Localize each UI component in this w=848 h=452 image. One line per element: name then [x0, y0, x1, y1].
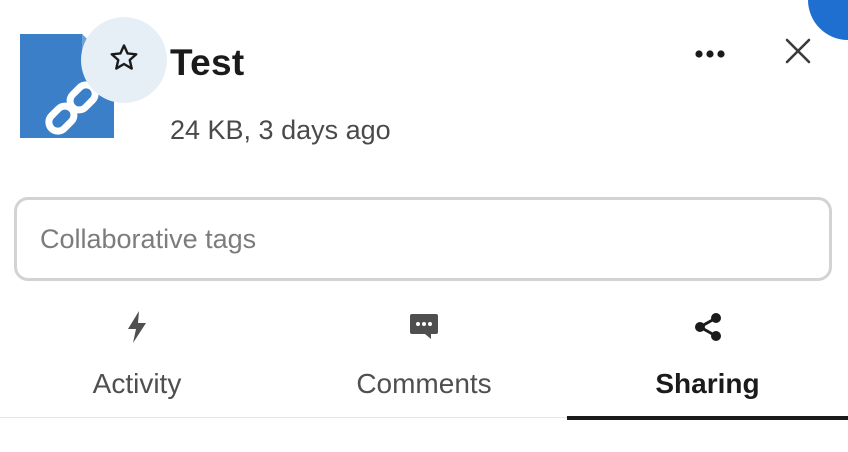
- tab-label: Sharing: [655, 368, 760, 399]
- tab-comments[interactable]: Comments: [285, 300, 563, 418]
- tab-bar: Activity Comments Sharing: [0, 300, 848, 420]
- ellipsis-icon: [695, 45, 725, 63]
- lightning-icon: [120, 310, 154, 344]
- collaborative-tags-input[interactable]: [14, 197, 832, 281]
- active-tab-indicator: [567, 416, 848, 420]
- comment-icon: [407, 310, 441, 344]
- star-outline-icon: [108, 42, 140, 79]
- share-icon: [691, 310, 725, 344]
- tab-label: Comments: [356, 368, 492, 399]
- file-meta: 24 KB, 3 days ago: [170, 115, 391, 145]
- tab-activity[interactable]: Activity: [0, 300, 274, 418]
- tab-sharing[interactable]: Sharing: [567, 300, 848, 420]
- favorite-button[interactable]: [81, 17, 167, 103]
- sidebar-panel: Test 24 KB, 3 days ago Ac: [0, 0, 848, 452]
- close-button[interactable]: [778, 33, 818, 73]
- tab-label: Activity: [92, 368, 182, 399]
- file-title: Test: [170, 42, 245, 83]
- more-actions-button[interactable]: [688, 36, 732, 72]
- close-icon: [785, 38, 811, 69]
